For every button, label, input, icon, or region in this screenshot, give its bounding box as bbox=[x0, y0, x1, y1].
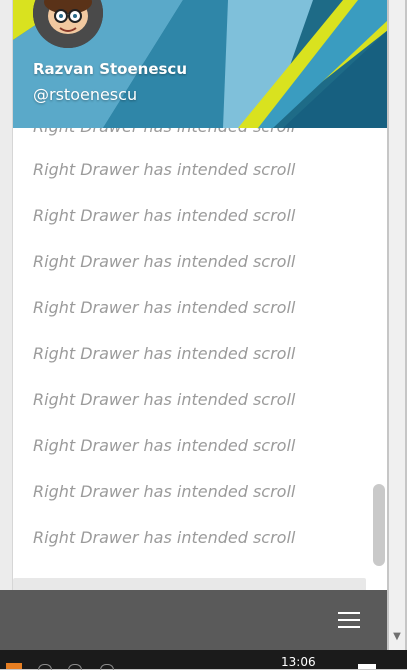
taskbar-clock[interactable]: 13:06 bbox=[281, 655, 316, 669]
user-name: Razvan Stoenescu bbox=[33, 60, 188, 78]
list-item: Right Drawer has intended scroll bbox=[33, 206, 296, 225]
list-bottom-card bbox=[13, 578, 366, 590]
scroll-down-arrow-icon[interactable]: ▼ bbox=[392, 632, 402, 642]
left-gutter bbox=[0, 0, 12, 669]
list-item: Right Drawer has intended scroll bbox=[33, 344, 296, 363]
list-item: Right Drawer has intended scroll bbox=[33, 436, 296, 455]
user-handle: @rstoenescu bbox=[33, 85, 138, 104]
page-scrollbar-lane[interactable] bbox=[389, 0, 405, 650]
layout-footer bbox=[0, 590, 387, 650]
taskbar-app-icon[interactable] bbox=[68, 664, 82, 670]
right-drawer: Razvan Stoenescu @rstoenescu Right Drawe… bbox=[12, 0, 388, 590]
list-item: Right Drawer has intended scroll bbox=[33, 482, 296, 501]
drawer-header: Razvan Stoenescu @rstoenescu bbox=[13, 0, 388, 128]
list-item-partial: Right Drawer has intended scroll bbox=[33, 128, 295, 136]
drawer-scroll-list[interactable]: Right Drawer has intended scroll Right D… bbox=[13, 128, 388, 590]
notification-icon[interactable] bbox=[358, 664, 376, 669]
menu-line bbox=[338, 619, 360, 621]
taskbar-search-icon[interactable] bbox=[38, 664, 52, 670]
menu-line bbox=[338, 612, 360, 614]
list-item: Right Drawer has intended scroll bbox=[33, 528, 296, 547]
drawer-scrollbar-thumb[interactable] bbox=[373, 484, 385, 566]
menu-line bbox=[338, 626, 360, 628]
list-item: Right Drawer has intended scroll bbox=[33, 252, 296, 271]
os-taskbar bbox=[0, 650, 407, 669]
list-item: Right Drawer has intended scroll bbox=[33, 390, 296, 409]
list-item: Right Drawer has intended scroll bbox=[33, 160, 296, 179]
hamburger-menu-icon[interactable] bbox=[336, 610, 364, 632]
start-button-icon[interactable] bbox=[6, 663, 22, 669]
list-item: Right Drawer has intended scroll bbox=[33, 298, 296, 317]
taskbar-app-icon[interactable] bbox=[100, 664, 114, 670]
